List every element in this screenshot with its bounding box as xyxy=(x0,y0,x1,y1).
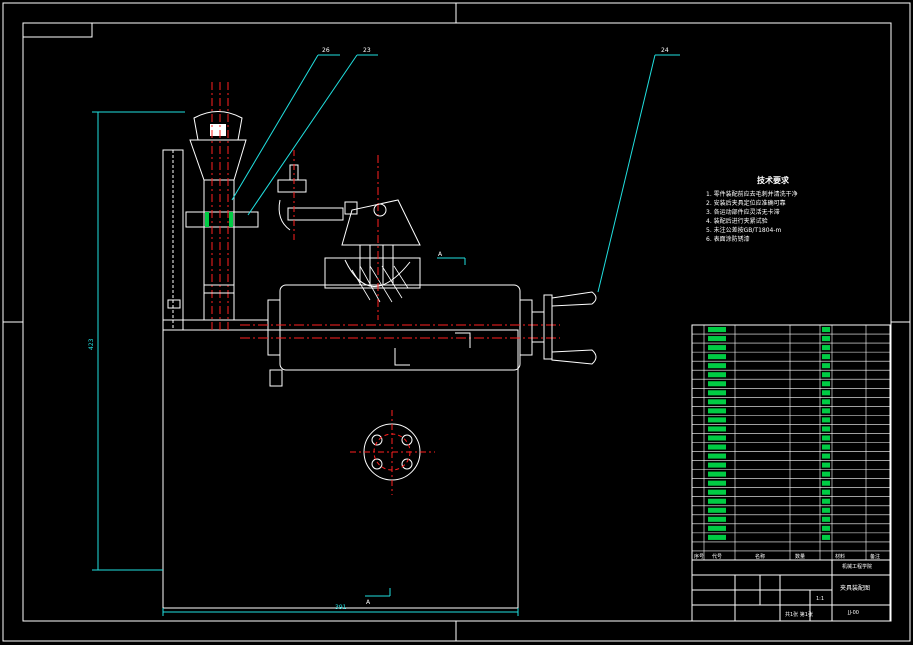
part-material-marker xyxy=(822,390,830,396)
part-material-marker xyxy=(822,534,830,540)
title-school: 机械工程学院 xyxy=(842,563,872,570)
part-material-marker xyxy=(822,498,830,504)
part-material-marker xyxy=(822,417,830,423)
part-code-marker xyxy=(708,471,726,477)
part-material-marker xyxy=(822,345,830,351)
part-material-marker xyxy=(822,435,830,441)
part-material-marker xyxy=(822,363,830,369)
part-code-marker xyxy=(708,327,726,333)
part-code-marker xyxy=(708,345,726,351)
section-mark-a-bottom: A xyxy=(366,599,371,606)
part-code-marker xyxy=(708,435,726,441)
leader-26 xyxy=(231,54,319,201)
part-code-marker xyxy=(708,417,726,423)
dim-width-text: 391 xyxy=(335,604,347,611)
part-code-marker xyxy=(708,408,726,414)
part-code-marker xyxy=(708,453,726,459)
dim-height-text: 423 xyxy=(88,338,95,350)
part-material-marker xyxy=(822,408,830,414)
screw-housing xyxy=(185,211,259,228)
parts-table-footer-label: 名称 xyxy=(755,553,765,560)
part-material-marker xyxy=(822,462,830,468)
part-material-marker xyxy=(822,507,830,513)
tech-req-title: 技术要求 xyxy=(757,175,790,185)
part-code-marker xyxy=(708,498,726,504)
part-material-marker xyxy=(822,327,830,333)
part-code-marker xyxy=(708,525,726,531)
part-code-marker xyxy=(708,336,726,342)
part-material-marker xyxy=(822,480,830,486)
part-material-marker xyxy=(822,516,830,522)
part-material-marker xyxy=(822,489,830,495)
title-code: JJ-00 xyxy=(847,610,859,616)
part-code-marker xyxy=(708,507,726,513)
balloon-23: 23 xyxy=(363,47,371,54)
parts-table-footer-label: 备注 xyxy=(870,553,880,560)
part-material-marker xyxy=(822,399,830,405)
part-code-marker xyxy=(708,426,726,432)
tech-req-item: 3. 各运动部件应灵活无卡滞 xyxy=(706,208,780,216)
tech-req-item: 2. 安装后夹具定位应准确可靠 xyxy=(706,199,786,207)
part-material-marker xyxy=(822,525,830,531)
title-block: 机械工程学院 夹具装配图 1:1 共1张 第1张 JJ-00 xyxy=(691,559,891,622)
leader-24 xyxy=(597,54,656,293)
title-scale: 1:1 xyxy=(816,596,824,602)
part-code-marker xyxy=(708,381,726,387)
tech-req-item: 4. 装配后进行夹紧试验 xyxy=(706,217,768,225)
part-code-marker xyxy=(708,390,726,396)
part-code-marker xyxy=(708,399,726,405)
tech-req-item: 6. 表面涂防锈漆 xyxy=(706,235,750,243)
tech-req-list: 1. 零件装配前应去毛刺并清洗干净 2. 安装后夹具定位应准确可靠 3. 各运动… xyxy=(706,190,798,243)
part-code-marker xyxy=(708,354,726,360)
parts-table-footer-label: 材料 xyxy=(835,553,845,560)
part-material-marker xyxy=(822,381,830,387)
parts-table-footer-label: 数量 xyxy=(795,553,805,560)
title-sheet: 共1张 第1张 xyxy=(785,611,813,618)
part-material-marker xyxy=(822,336,830,342)
part-material-marker xyxy=(822,444,830,450)
code-box xyxy=(22,22,93,38)
part-code-marker xyxy=(708,480,726,486)
balloon-26: 26 xyxy=(322,47,330,54)
parts-list-table: 序号 代号 名称 数量 材料 备注 xyxy=(691,324,891,561)
part-material-marker xyxy=(822,426,830,432)
outer-frame xyxy=(2,2,911,642)
part-material-marker xyxy=(822,354,830,360)
section-mark-a: A xyxy=(438,251,443,258)
inner-frame xyxy=(22,22,892,622)
part-code-marker xyxy=(708,489,726,495)
part-code-marker xyxy=(708,462,726,468)
part-code-marker xyxy=(708,534,726,540)
parts-table-footer-label: 序号 xyxy=(694,553,704,560)
part-material-marker xyxy=(822,471,830,477)
part-code-marker xyxy=(708,444,726,450)
cad-drawing: 423 391 26 23 24 A A 技术要求 1. 零件装配前应去毛刺并清… xyxy=(2,2,911,642)
part-code-marker xyxy=(708,372,726,378)
part-material-marker xyxy=(822,372,830,378)
part-material-marker xyxy=(822,453,830,459)
part-code-marker xyxy=(708,363,726,369)
balloon-24: 24 xyxy=(661,47,669,54)
title-drawing-name: 夹具装配图 xyxy=(840,584,870,592)
tech-req-item: 1. 零件装配前应去毛刺并清洗干净 xyxy=(706,190,798,198)
horizontal-cylinder xyxy=(279,284,521,371)
tech-req-item: 5. 未注公差按GB/T1804-m xyxy=(706,226,782,234)
leader-23 xyxy=(247,54,358,216)
part-code-marker xyxy=(708,516,726,522)
base-body xyxy=(162,329,519,609)
clamp-head xyxy=(341,199,421,246)
parts-table-footer-label: 代号 xyxy=(712,553,722,560)
